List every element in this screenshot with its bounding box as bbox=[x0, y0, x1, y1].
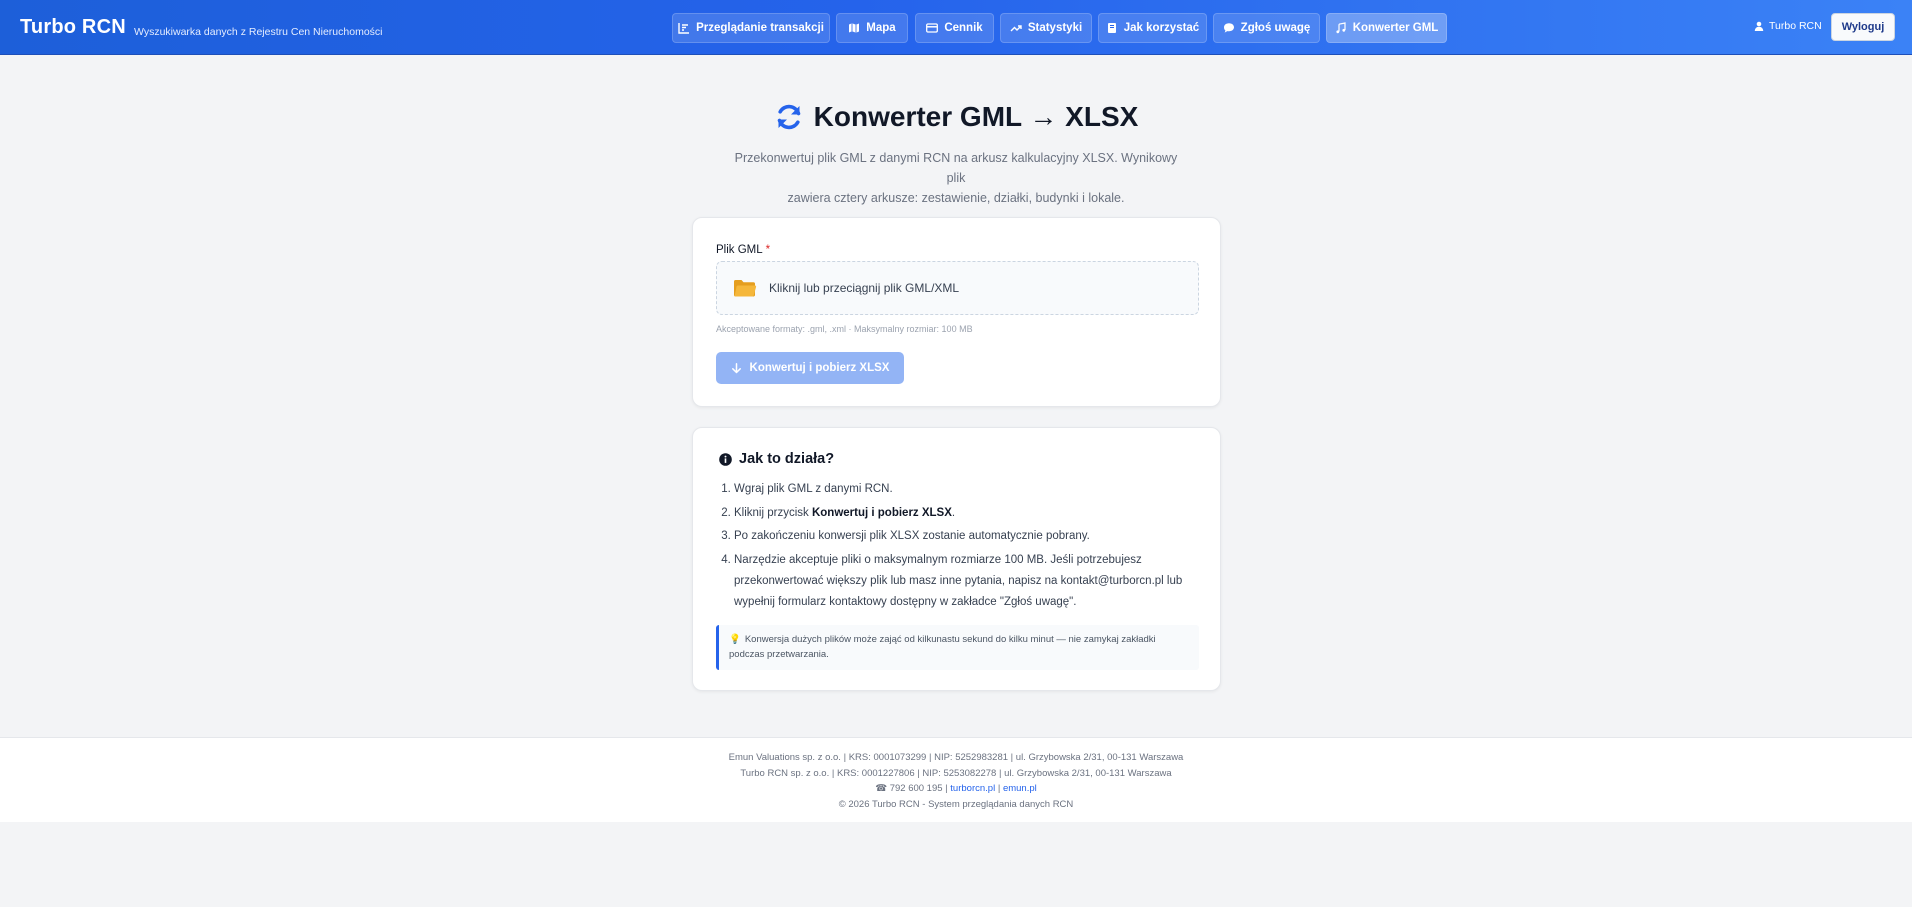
nav-item-label: Mapa bbox=[866, 22, 896, 34]
top-navbar: Turbo RCN Wyszukiwarka danych z Rejestru… bbox=[0, 0, 1912, 55]
music-note-icon bbox=[1336, 22, 1346, 34]
page-intro-line-1: Przekonwertuj plik GML z danymi RCN na a… bbox=[734, 151, 1178, 185]
footer-link-emun[interactable]: emun.pl bbox=[1003, 783, 1037, 794]
nav-item-label: Cennik bbox=[944, 22, 983, 34]
nav-item-map[interactable]: Mapa bbox=[836, 13, 908, 43]
page-intro-line-2: zawiera cztery arkusze: zestawienie, dzi… bbox=[787, 191, 1125, 205]
page-title: Konwerter GML → XLSX bbox=[0, 101, 1912, 133]
footer-company-2: Turbo RCN sp. z o.o. | KRS: 0001227806 |… bbox=[740, 767, 1172, 779]
gml-file-label: Plik GML * bbox=[716, 244, 770, 256]
lightbulb-icon: 💡 bbox=[729, 634, 741, 645]
dropzone-text: Kliknij lub przeciągnij plik GML/XML bbox=[769, 281, 960, 295]
user-icon bbox=[1754, 21, 1764, 31]
logout-button[interactable]: Wyloguj bbox=[1831, 13, 1895, 41]
convert-button-label: Konwertuj i pobierz XLSX bbox=[749, 362, 890, 374]
nav-item-pricing[interactable]: Cennik bbox=[915, 13, 994, 43]
current-user: Turbo RCN bbox=[1754, 20, 1822, 32]
info-icon bbox=[719, 452, 732, 466]
page-title-text: Konwerter GML → XLSX bbox=[813, 101, 1139, 132]
step-item: Po zakończeniu konwersji plik XLSX zosta… bbox=[734, 526, 1194, 547]
footer-copyright: © 2026 Turbo RCN - System przeglądania d… bbox=[838, 798, 1074, 810]
nav-item-label: Zgłoś uwagę bbox=[1240, 22, 1311, 34]
gml-file-dropzone[interactable]: Kliknij lub przeciągnij plik GML/XML bbox=[716, 261, 1199, 315]
trend-up-icon bbox=[1010, 25, 1022, 32]
step-item: Narzędzie akceptuje pliki o maksymalnym … bbox=[734, 550, 1194, 613]
sync-icon bbox=[777, 104, 800, 130]
tip-text: Konwersja dużych plików może zająć od ki… bbox=[729, 634, 1156, 660]
file-format-hint: Akceptowane formaty: .gml, .xml · Maksym… bbox=[716, 324, 973, 334]
nav-item-label: Konwerter GML bbox=[1352, 22, 1439, 34]
footer-link-turborcn[interactable]: turborcn.pl bbox=[950, 783, 995, 794]
step-item: Wgraj plik GML z danymi RCN. bbox=[734, 479, 1194, 500]
nav-item-feedback[interactable]: Zgłoś uwagę bbox=[1213, 13, 1320, 43]
comment-icon bbox=[1223, 23, 1234, 33]
brand-tagline: Wyszukiwarka danych z Rejestru Cen Nieru… bbox=[134, 26, 383, 38]
page-footer: Emun Valuations sp. z o.o. | KRS: 000107… bbox=[0, 737, 1912, 822]
credit-card-icon bbox=[926, 23, 939, 33]
nav-item-label: Statystyki bbox=[1027, 22, 1083, 34]
step-text: . bbox=[951, 506, 956, 519]
map-icon bbox=[849, 23, 860, 33]
how-it-works-title: Jak to działa? bbox=[719, 451, 834, 467]
footer-phone: ☎ 792 600 195 | bbox=[875, 783, 948, 794]
required-marker: * bbox=[765, 244, 771, 256]
nav-item-statistics[interactable]: Statystyki bbox=[1000, 13, 1092, 43]
nav-item-transactions[interactable]: Przeglądanie transakcji bbox=[672, 13, 830, 43]
how-it-works-card: Jak to działa? Wgraj plik GML z danymi R… bbox=[692, 427, 1221, 691]
gml-file-label-text: Plik GML bbox=[716, 244, 763, 256]
step-button-reference: Konwertuj i pobierz XLSX bbox=[811, 506, 952, 519]
convert-download-button[interactable]: Konwertuj i pobierz XLSX bbox=[716, 352, 904, 384]
nav-item-label: Jak korzystać bbox=[1123, 22, 1200, 34]
footer-separator: | bbox=[997, 783, 1001, 794]
steps-list: Wgraj plik GML z danymi RCN. Kliknij prz… bbox=[734, 479, 1194, 615]
book-icon bbox=[1107, 23, 1116, 33]
folder-icon bbox=[734, 280, 757, 297]
nav-item-how-to[interactable]: Jak korzystać bbox=[1098, 13, 1207, 43]
footer-company-1: Emun Valuations sp. z o.o. | KRS: 000107… bbox=[728, 752, 1184, 763]
list-chart-icon bbox=[678, 23, 690, 34]
nav-item-gml-converter[interactable]: Konwerter GML bbox=[1326, 13, 1447, 43]
arrow-down-icon bbox=[731, 362, 741, 373]
how-it-works-title-text: Jak to działa? bbox=[739, 451, 835, 467]
nav-item-label: Przeglądanie transakcji bbox=[696, 22, 824, 34]
page-intro: Przekonwertuj plik GML z danymi RCN na a… bbox=[730, 148, 1182, 208]
brand-logo-text[interactable]: Turbo RCN bbox=[20, 16, 126, 39]
upload-card: Plik GML * Kliknij lub przeciągnij plik G… bbox=[692, 217, 1221, 407]
current-user-name: Turbo RCN bbox=[1769, 20, 1822, 32]
tip-callout: 💡 Konwersja dużych plików może zająć od k… bbox=[716, 625, 1199, 670]
footer-contact: ☎ 792 600 195 | turborcn.pl | emun.pl bbox=[0, 781, 1912, 797]
step-text: Kliknij przycisk bbox=[734, 506, 812, 519]
step-item: Kliknij przycisk Konwertuj i pobierz XLS… bbox=[734, 503, 1194, 524]
